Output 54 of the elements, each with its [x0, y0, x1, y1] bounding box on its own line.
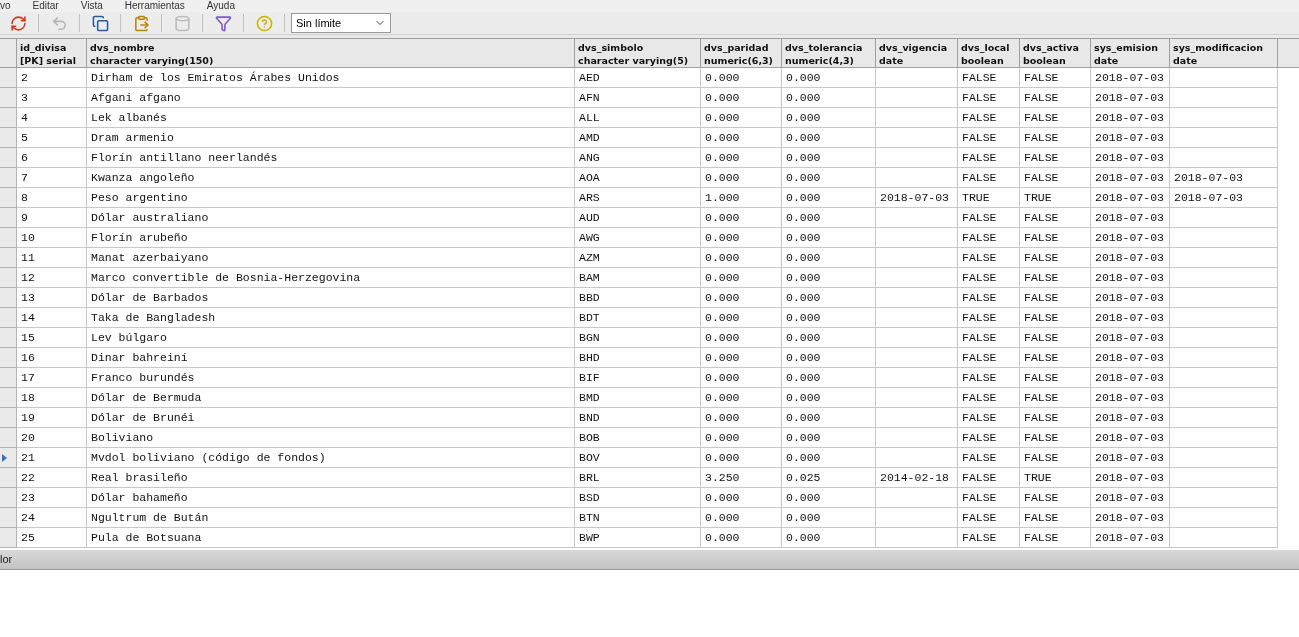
menu-item[interactable]: Vista — [80, 0, 103, 12]
row-header[interactable] — [0, 508, 17, 528]
table-cell: 25 — [17, 528, 87, 548]
row-header[interactable] — [0, 228, 17, 248]
table-cell: FALSE — [958, 528, 1020, 548]
table-cell: BWP — [575, 528, 701, 548]
menu-item[interactable]: Editar — [32, 0, 59, 12]
current-row-icon — [2, 453, 7, 462]
row-header[interactable] — [0, 248, 17, 268]
limit-dropdown[interactable]: Sin límite — [291, 13, 391, 33]
help-icon[interactable] — [254, 13, 274, 33]
column-header[interactable]: sys_modificacion date — [1170, 39, 1278, 67]
column-header[interactable]: dvs_tolerancia numeric(4,3) — [782, 39, 876, 67]
row-header[interactable] — [0, 148, 17, 168]
row-header[interactable] — [0, 168, 17, 188]
row-header[interactable] — [0, 468, 17, 488]
row-header[interactable] — [0, 528, 17, 548]
row-header[interactable] — [0, 348, 17, 368]
row-header[interactable] — [0, 68, 17, 88]
menu-item[interactable]: Herramientas — [124, 0, 185, 12]
column-header[interactable]: dvs_vigencia date — [876, 39, 958, 67]
row-header[interactable] — [0, 448, 17, 468]
table-cell: 0.000 — [782, 528, 876, 548]
column-header[interactable]: dvs_paridad numeric(6,3) — [701, 39, 782, 67]
row-header[interactable] — [0, 408, 17, 428]
status-bar: lor — [0, 550, 1299, 570]
row-header[interactable] — [0, 288, 17, 308]
row-header[interactable] — [0, 388, 17, 408]
row-header[interactable] — [0, 308, 17, 328]
table-cell: 0.000 — [701, 528, 782, 548]
column-header[interactable]: dvs_nombre character varying(150) — [87, 39, 575, 67]
row-header[interactable] — [0, 428, 17, 448]
row-header[interactable] — [0, 328, 17, 348]
column-header[interactable]: id_divisa [PK] serial — [17, 39, 87, 67]
column-header[interactable]: sys_emision date — [1091, 39, 1170, 67]
row-header[interactable] — [0, 208, 17, 228]
row-header[interactable] — [0, 368, 17, 388]
column-header[interactable]: dvs_local boolean — [958, 39, 1020, 67]
menu-item[interactable]: Ayuda — [206, 0, 235, 12]
refresh-icon[interactable] — [8, 13, 28, 33]
table-cell: FALSE — [1020, 528, 1091, 548]
row-header[interactable] — [0, 88, 17, 108]
row-header[interactable] — [0, 488, 17, 508]
row-header[interactable] — [0, 108, 17, 128]
column-header[interactable]: dvs_activa boolean — [1020, 39, 1091, 67]
table-cell: Pula de Botsuana — [87, 528, 575, 548]
filter-icon[interactable] — [213, 13, 233, 33]
table-cell: 2018-07-03 — [1091, 528, 1170, 548]
row-header[interactable] — [0, 128, 17, 148]
column-header[interactable]: dvs_simbolo character varying(5) — [575, 39, 701, 67]
row-header[interactable] — [0, 188, 17, 208]
row-header[interactable] — [0, 268, 17, 288]
copy-icon[interactable] — [90, 13, 110, 33]
menu-item[interactable]: vo — [0, 0, 11, 12]
